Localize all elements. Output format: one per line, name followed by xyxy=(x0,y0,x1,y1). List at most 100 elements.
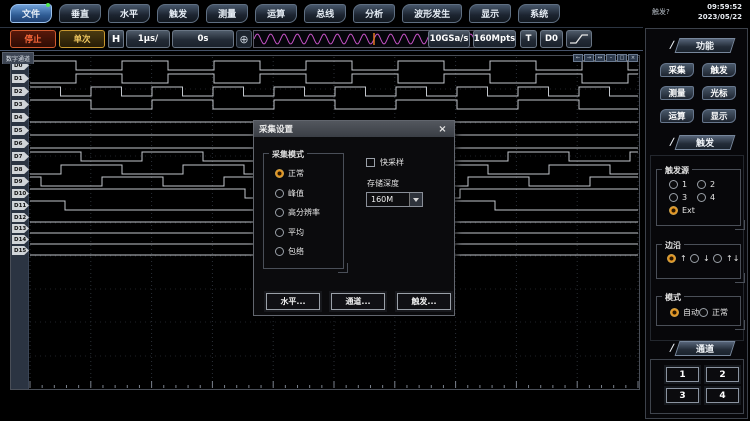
trigger-source-option-1[interactable]: 1 xyxy=(669,180,687,189)
acq-mode-option-平均[interactable]: 平均 xyxy=(275,227,320,238)
trigger-source-label: 3 xyxy=(682,193,687,202)
maximize-icon[interactable]: □ xyxy=(617,54,627,62)
menu-item-bus[interactable]: 总线 xyxy=(304,4,346,23)
acq-mode-label: 平均 xyxy=(288,227,304,238)
trigger-edge-radio-↑[interactable] xyxy=(667,254,676,263)
single-button[interactable]: 单次 xyxy=(59,30,105,48)
trigger-source-radio-1[interactable] xyxy=(669,180,678,189)
trigger-edge-radio-↓[interactable] xyxy=(690,254,699,263)
function-button-display[interactable]: 显示 xyxy=(702,109,736,123)
trigger-edge-option-↑[interactable]: ↑ xyxy=(667,254,687,263)
scroll-left-icon[interactable]: ← xyxy=(573,54,583,62)
trigger-source-label: 4 xyxy=(710,193,715,202)
close-icon[interactable]: × xyxy=(628,54,638,62)
acq-mode-option-包络[interactable]: 包络 xyxy=(275,246,320,257)
channel-badge-D1[interactable]: D1 xyxy=(12,74,29,83)
function-button-measure[interactable]: 测量 xyxy=(660,86,694,100)
trigger-mode-radio-正常[interactable] xyxy=(699,308,708,317)
menu-item-display[interactable]: 显示 xyxy=(469,4,511,23)
channel-badge-D12[interactable]: D12 xyxy=(12,213,29,222)
digital-channels-tab[interactable]: 数字通道 xyxy=(2,52,34,64)
channel-badge-D8[interactable]: D8 xyxy=(12,165,29,174)
memory-depth-dropdown[interactable]: 160M xyxy=(366,192,423,207)
trigger-edge-option-↑↓[interactable]: ↑↓ xyxy=(713,254,739,263)
trigger-source-option-2[interactable]: 2 xyxy=(697,180,715,189)
channel-badge-D3[interactable]: D3 xyxy=(12,100,29,109)
channel-badge-D5[interactable]: D5 xyxy=(12,126,29,135)
horizontal-settings-button[interactable]: 水平... xyxy=(266,293,320,310)
function-header-button[interactable]: 功能 xyxy=(674,38,735,53)
menu-item-file[interactable]: 文件 xyxy=(10,4,52,23)
scroll-right-icon[interactable]: → xyxy=(584,54,594,62)
run-control-toolbar: 停止 单次 H 1μs/ 0s ⊕ 10GSa/s 160Mpts T D0 xyxy=(0,27,643,51)
channel-badge-D13[interactable]: D13 xyxy=(12,224,29,233)
trigger-edge-label: ↑ xyxy=(680,254,687,263)
channel-badge-D11[interactable]: D11 xyxy=(12,201,29,210)
trigger-source-radio-3[interactable] xyxy=(669,193,678,202)
channel-header-button[interactable]: 通道 xyxy=(674,341,735,356)
channel-label-strip: D0D1D2D3D4D5D6D7D8D9D10D11D12D13D14D15 xyxy=(11,56,29,389)
menu-item-wavegen[interactable]: 波形发生 xyxy=(402,4,462,23)
channel-badge-D4[interactable]: D4 xyxy=(12,113,29,122)
function-button-math[interactable]: 运算 xyxy=(660,109,694,123)
trigger-slope-button[interactable] xyxy=(566,30,592,48)
trigger-edge-option-↓[interactable]: ↓ xyxy=(690,254,710,263)
trigger-source-option-3[interactable]: 3 xyxy=(669,193,687,202)
menu-item-analyze[interactable]: 分析 xyxy=(353,4,395,23)
channel-button-3[interactable]: 3 xyxy=(666,388,699,403)
menu-item-trigger[interactable]: 触发 xyxy=(157,4,199,23)
trigger-mode-radio-自动[interactable] xyxy=(670,308,679,317)
timebase-button[interactable]: 1μs/ xyxy=(126,30,170,48)
acq-mode-radio-正常[interactable] xyxy=(275,169,284,178)
menu-item-horizontal[interactable]: 水平 xyxy=(108,4,150,23)
menu-item-system[interactable]: 系统 xyxy=(518,4,560,23)
trigger-settings-button[interactable]: 触发... xyxy=(397,293,451,310)
trigger-source-radio-Ext[interactable] xyxy=(669,206,678,215)
channel-button-4[interactable]: 4 xyxy=(706,388,739,403)
close-icon[interactable]: × xyxy=(436,123,449,136)
zoom-icon[interactable]: ⊕ xyxy=(236,30,252,48)
trigger-source-radio-2[interactable] xyxy=(697,180,706,189)
channel-badge-D15[interactable]: D15 xyxy=(12,246,29,255)
acq-mode-radio-平均[interactable] xyxy=(275,228,284,237)
channel-badge-D9[interactable]: D9 xyxy=(12,177,29,186)
channel-button-2[interactable]: 2 xyxy=(706,367,739,382)
dropdown-arrow-icon[interactable] xyxy=(409,193,422,206)
channel-settings-button[interactable]: 通道... xyxy=(331,293,385,310)
fit-icon[interactable]: ↔ xyxy=(595,54,605,62)
horizontal-delay-button[interactable]: 0s xyxy=(172,30,234,48)
acq-mode-option-正常[interactable]: 正常 xyxy=(275,168,320,179)
trigger-header-button[interactable]: 触发 xyxy=(674,135,735,150)
function-button-trigger[interactable]: 触发 xyxy=(702,63,736,77)
channel-badge-D7[interactable]: D7 xyxy=(12,152,29,161)
channel-badge-D6[interactable]: D6 xyxy=(12,139,29,148)
menu-item-math[interactable]: 运算 xyxy=(255,4,297,23)
channel-button-1[interactable]: 1 xyxy=(666,367,699,382)
trigger-mode-option-自动[interactable]: 自动 xyxy=(670,307,699,318)
fast-sample-checkbox[interactable] xyxy=(366,158,375,167)
oscilloscope-screen: 文件垂直水平触发测量运算总线分析波形发生显示系统 触发? 09:59:52 20… xyxy=(0,0,750,421)
acq-mode-option-高分辨率[interactable]: 高分辨率 xyxy=(275,207,320,218)
fast-sample-option[interactable]: 快采样 xyxy=(366,157,404,168)
menu-item-vertical[interactable]: 垂直 xyxy=(59,4,101,23)
function-button-cursor[interactable]: 光标 xyxy=(702,86,736,100)
acq-mode-radio-包络[interactable] xyxy=(275,247,284,256)
trigger-source-readout[interactable]: D0 xyxy=(540,30,563,48)
trigger-source-option-Ext[interactable]: Ext xyxy=(669,206,695,215)
function-button-acquire[interactable]: 采集 xyxy=(660,63,694,77)
minimize-icon[interactable]: – xyxy=(606,54,616,62)
acq-mode-option-峰值[interactable]: 峰值 xyxy=(275,188,320,199)
dialog-titlebar[interactable]: 采集设置 × xyxy=(254,121,454,137)
trigger-edge-radio-↑↓[interactable] xyxy=(713,254,722,263)
channel-badge-D2[interactable]: D2 xyxy=(12,87,29,96)
trigger-source-group: 触发源 1234Ext xyxy=(656,169,741,226)
trigger-source-option-4[interactable]: 4 xyxy=(697,193,715,202)
trigger-source-radio-4[interactable] xyxy=(697,193,706,202)
menu-item-measure[interactable]: 测量 xyxy=(206,4,248,23)
channel-badge-D10[interactable]: D10 xyxy=(12,189,29,198)
channel-badge-D14[interactable]: D14 xyxy=(12,235,29,244)
acq-mode-radio-高分辨率[interactable] xyxy=(275,208,284,217)
acq-mode-radio-峰值[interactable] xyxy=(275,189,284,198)
trigger-mode-option-正常[interactable]: 正常 xyxy=(699,307,728,318)
stop-button[interactable]: 停止 xyxy=(10,30,56,48)
